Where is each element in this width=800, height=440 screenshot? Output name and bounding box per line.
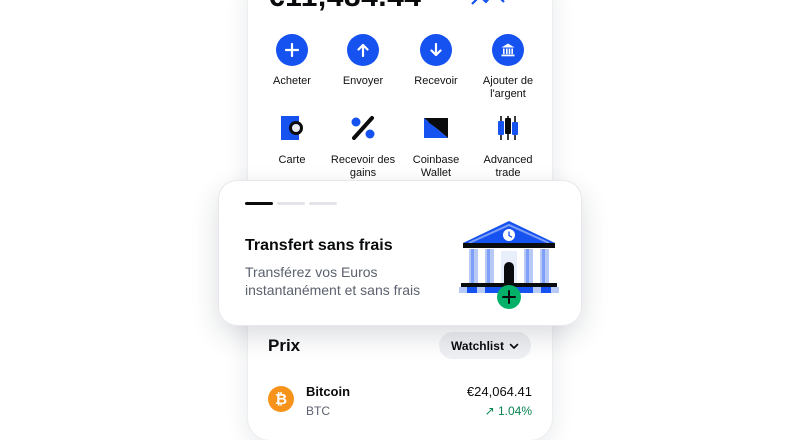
send-button[interactable]: Envoyer <box>325 34 401 88</box>
arrow-down-icon <box>420 34 452 66</box>
percent-icon <box>346 111 380 145</box>
promo-title: Transfert sans frais <box>245 237 393 254</box>
prices-title: Prix <box>268 336 301 355</box>
portfolio-balance: €11,484.44 <box>268 0 422 14</box>
bank-icon <box>492 34 524 66</box>
action-label: Advanced trade <box>483 154 533 179</box>
chevron-down-icon <box>509 343 519 349</box>
asset-change: ↗ 1.04% <box>484 404 532 418</box>
action-label: Recevoir des gains <box>330 154 396 179</box>
chart-icon[interactable] <box>470 0 506 12</box>
asset-price: €24,064.41 <box>466 384 532 399</box>
card-icon <box>275 111 309 145</box>
asset-name[interactable]: Bitcoin <box>306 384 350 399</box>
add-money-button[interactable]: Ajouter de l'argent <box>470 34 546 101</box>
carousel-dot-active <box>245 202 273 205</box>
arrow-up-icon <box>347 34 379 66</box>
buy-button[interactable]: Acheter <box>254 34 330 88</box>
promo-card[interactable]: Transfert sans frais Transférez vos Euro… <box>219 181 581 325</box>
wallet-icon <box>419 111 453 145</box>
card-button[interactable]: Carte <box>254 111 330 167</box>
bitcoin-icon[interactable]: ₿ <box>268 386 294 412</box>
action-label: Envoyer <box>342 75 384 87</box>
action-label: Ajouter de l'argent <box>482 75 534 100</box>
carousel-dot <box>309 202 337 205</box>
action-label: Recevoir <box>414 75 458 87</box>
promo-subtitle: Transférez vos Euros instantanément et s… <box>245 264 421 298</box>
action-label: Acheter <box>273 75 311 87</box>
coinbase-wallet-button[interactable]: Coinbase Wallet <box>398 111 474 180</box>
action-label: Coinbase Wallet <box>412 154 460 179</box>
action-label: Carte <box>278 154 306 166</box>
advanced-trade-button[interactable]: Advanced trade <box>470 111 546 180</box>
watchlist-dropdown[interactable]: Watchlist <box>439 332 531 359</box>
earn-button[interactable]: Recevoir des gains <box>325 111 401 180</box>
plus-icon <box>276 34 308 66</box>
bank-illustration-icon <box>459 221 559 309</box>
carousel-dot <box>277 202 305 205</box>
asset-symbol: BTC <box>306 404 330 418</box>
candlestick-icon <box>491 111 525 145</box>
carousel-indicator[interactable] <box>245 202 337 205</box>
watchlist-label: Watchlist <box>451 338 504 353</box>
receive-button[interactable]: Recevoir <box>398 34 474 88</box>
